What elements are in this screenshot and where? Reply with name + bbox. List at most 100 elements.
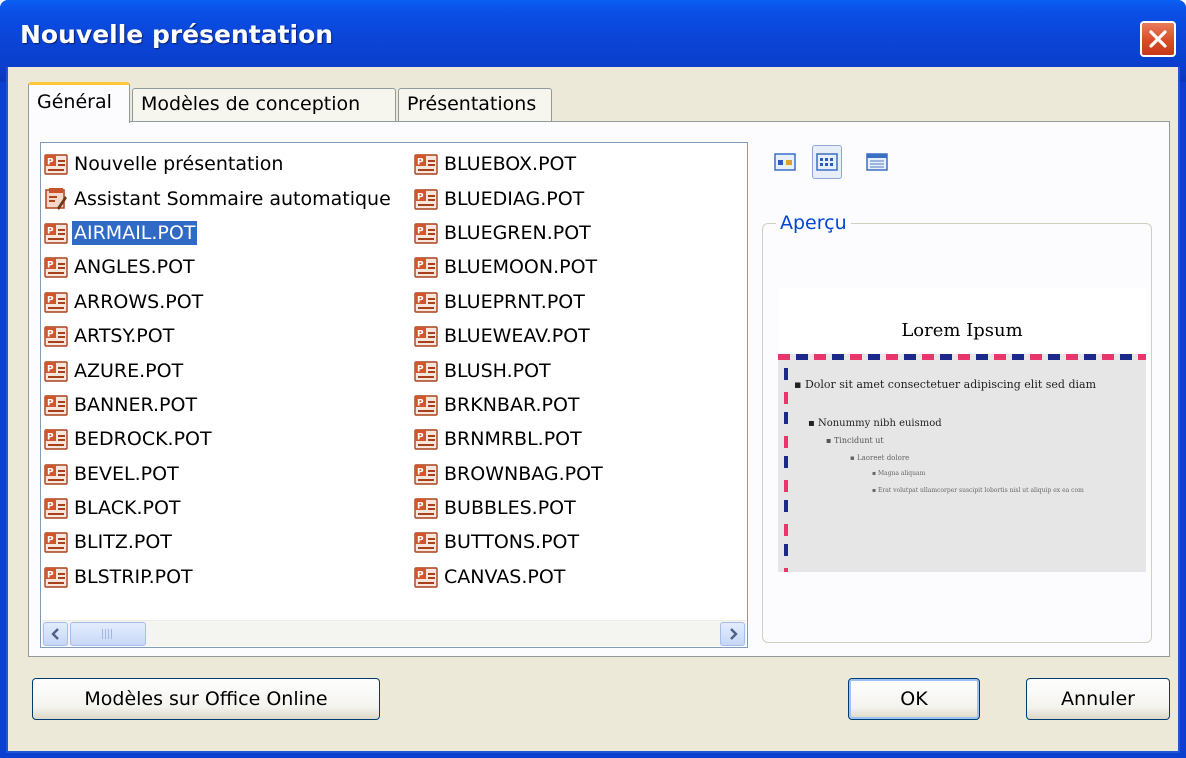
- svg-text:P: P: [417, 364, 424, 374]
- list-item-label: BLUEMOON.POT: [444, 256, 598, 279]
- list-item-label: BEVEL.POT: [74, 462, 179, 485]
- template-icon: P: [44, 567, 68, 588]
- list-item-label: BUTTONS.POT: [444, 531, 580, 554]
- list-item[interactable]: P BEDROCK.POT: [43, 422, 393, 456]
- svg-text:P: P: [47, 295, 54, 305]
- slide-bullet-1-text: Dolor sit amet consectetuer adipiscing e…: [804, 378, 1096, 391]
- list-item[interactable]: P BUBBLES.POT: [413, 491, 605, 525]
- slide-body: ▪ Dolor sit amet consectetuer adipiscing…: [778, 354, 1146, 572]
- template-icon: P: [44, 395, 68, 416]
- template-icon: P: [414, 464, 438, 485]
- svg-text:P: P: [47, 502, 54, 512]
- template-icon: P: [414, 532, 438, 554]
- template-icon: P: [414, 429, 438, 451]
- tab-general[interactable]: Général: [28, 82, 130, 123]
- preview-label: Aperçu: [776, 212, 851, 234]
- horizontal-scrollbar[interactable]: [42, 620, 746, 646]
- slide-title: Lorem Ipsum: [901, 320, 1023, 341]
- ok-button[interactable]: OK: [848, 678, 980, 720]
- large-icons-view-icon: [774, 153, 796, 171]
- presentation-icon: P: [44, 154, 68, 175]
- chevron-right-icon: [729, 628, 738, 640]
- list-item[interactable]: P BRNMRBL.POT: [413, 422, 605, 456]
- svg-text:P: P: [417, 158, 424, 168]
- svg-text:P: P: [47, 364, 54, 374]
- slide-bullet-4-text: Laoreet dolore: [856, 454, 910, 462]
- slide-bullet-6-text: Erat volutpat ullamcorper suscipit lobor…: [877, 487, 1084, 494]
- svg-text:P: P: [417, 433, 424, 443]
- list-item[interactable]: P BLUEMOON.POT: [413, 250, 605, 284]
- list-item[interactable]: P BLUEPRNT.POT: [413, 285, 605, 319]
- template-icon: P: [414, 292, 438, 313]
- list-item[interactable]: P BROWNBAG.POT: [413, 457, 605, 491]
- list-item[interactable]: P CANVAS.POT: [413, 560, 605, 594]
- list-item-label: BUBBLES.POT: [444, 497, 576, 520]
- scroll-left-button[interactable]: [43, 622, 68, 646]
- svg-text:P: P: [417, 295, 424, 305]
- list-item[interactable]: P AZURE.POT: [43, 353, 393, 387]
- template-icon: P: [414, 395, 438, 416]
- list-item[interactable]: P BEVEL.POT: [43, 457, 393, 491]
- template-icon: P: [414, 498, 438, 519]
- chevron-left-icon: [50, 628, 59, 640]
- office-online-templates-button[interactable]: Modèles sur Office Online: [32, 678, 380, 720]
- list-item-label: ARROWS.POT: [74, 290, 204, 313]
- tab-presentations[interactable]: Présentations: [398, 88, 552, 122]
- list-item-label: BRKNBAR.POT: [444, 393, 580, 416]
- list-item-label: BLACK.POT: [74, 497, 181, 520]
- list-item[interactable]: P BLUEDIAG.POT: [413, 181, 605, 215]
- tab-design-templates[interactable]: Modèles de conception: [132, 88, 396, 122]
- list-item[interactable]: P Nouvelle présentation: [43, 147, 393, 181]
- svg-text:P: P: [47, 570, 54, 580]
- template-list[interactable]: P Nouvelle présentation Assistant Sommaire…: [40, 142, 748, 648]
- template-icon: P: [44, 498, 68, 519]
- list-item[interactable]: P ARROWS.POT: [43, 285, 393, 319]
- svg-text:P: P: [47, 433, 54, 443]
- list-item-label: BLUEGREN.POT: [444, 221, 591, 244]
- airmail-stripe-top: [778, 354, 1146, 360]
- list-item[interactable]: P ANGLES.POT: [43, 250, 393, 284]
- list-item[interactable]: P BLSTRIP.POT: [43, 560, 393, 594]
- list-item-label: BRNMRBL.POT: [444, 428, 582, 451]
- list-item[interactable]: P BRKNBAR.POT: [413, 388, 605, 422]
- list-item-label: BEDROCK.POT: [74, 428, 212, 451]
- list-item[interactable]: P BLUEWEAV.POT: [413, 319, 605, 353]
- slide-bullet-2: ▪ Nonummy nibh euismod: [808, 418, 942, 429]
- list-view-button[interactable]: [812, 145, 842, 179]
- list-item[interactable]: P BANNER.POT: [43, 388, 393, 422]
- grip-icon: [102, 629, 114, 639]
- cancel-button[interactable]: Annuler: [1026, 678, 1170, 720]
- template-icon: P: [44, 464, 68, 485]
- list-item[interactable]: P BLUEGREN.POT: [413, 216, 605, 250]
- list-item[interactable]: P AIRMAIL.POT: [43, 216, 393, 250]
- svg-text:P: P: [417, 467, 424, 477]
- details-view-button[interactable]: [862, 145, 892, 179]
- list-item[interactable]: P BLUSH.POT: [413, 353, 605, 387]
- svg-text:P: P: [47, 330, 54, 340]
- list-item[interactable]: P BUTTONS.POT: [413, 525, 605, 559]
- scroll-thumb[interactable]: [70, 622, 146, 646]
- svg-text:P: P: [47, 226, 54, 236]
- template-icon: P: [44, 223, 68, 244]
- list-item[interactable]: P BLACK.POT: [43, 491, 393, 525]
- list-item-label: BLUEPRNT.POT: [444, 290, 585, 313]
- template-icon: P: [44, 532, 68, 554]
- list-item[interactable]: P BLITZ.POT: [43, 525, 393, 559]
- template-icon: P: [44, 326, 68, 347]
- svg-text:P: P: [417, 261, 424, 271]
- svg-text:P: P: [417, 536, 424, 546]
- slide-bullet-2-text: Nonummy nibh euismod: [817, 418, 942, 429]
- template-icon: P: [414, 360, 438, 382]
- template-icon: P: [414, 326, 438, 347]
- list-item[interactable]: P ARTSY.POT: [43, 319, 393, 353]
- list-column-2: P BLUEBOX.POT P BLUEDIAG.POT P BLUEGREN.POT P B…: [413, 147, 605, 594]
- list-item[interactable]: P BLUEBOX.POT: [413, 147, 605, 181]
- close-button[interactable]: [1140, 21, 1176, 57]
- svg-text:P: P: [417, 570, 424, 580]
- scroll-right-button[interactable]: [720, 622, 745, 646]
- svg-text:P: P: [417, 502, 424, 512]
- list-item[interactable]: Assistant Sommaire automatique: [43, 181, 393, 215]
- list-item-label: ARTSY.POT: [74, 325, 175, 348]
- large-icons-view-button[interactable]: [770, 145, 800, 179]
- template-icon: P: [44, 292, 68, 313]
